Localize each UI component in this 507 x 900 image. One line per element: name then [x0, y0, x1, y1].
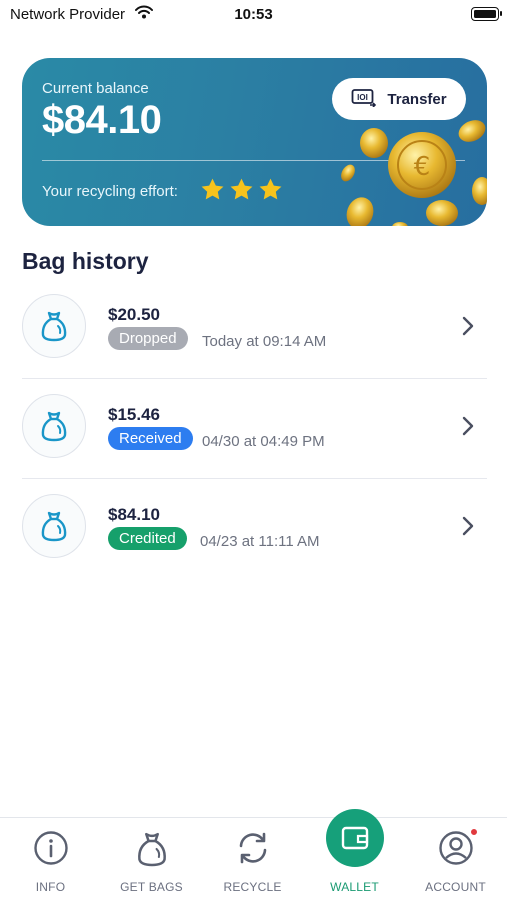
bag-history-list: $20.50 Dropped Today at 09:14 AM $15.46 … [0, 278, 507, 578]
nav-label: GET BAGS [120, 880, 183, 894]
chevron-right-icon [462, 516, 474, 536]
nav-item-info[interactable]: INFO [0, 818, 101, 900]
history-item[interactable]: $20.50 Dropped Today at 09:14 AM [0, 278, 507, 378]
nav-label: RECYCLE [223, 880, 282, 894]
chevron-right-icon [462, 316, 474, 336]
nav-label: ACCOUNT [425, 880, 486, 894]
bag-avatar [22, 494, 86, 558]
notification-dot [470, 828, 478, 836]
bag-date: 04/30 at 04:49 PM [202, 433, 325, 450]
bag-date: Today at 09:14 AM [202, 333, 327, 350]
bag-avatar [22, 394, 86, 458]
chevron-right-icon [462, 416, 474, 436]
bag-amount: $15.46 [108, 405, 160, 424]
status-badge: Dropped [108, 327, 188, 350]
status-badge: Received [108, 427, 193, 450]
transfer-label: Transfer [387, 90, 447, 108]
balance-amount: $84.10 [42, 98, 162, 142]
star-icon [259, 178, 282, 200]
status-time: 10:53 [234, 6, 273, 23]
status-bar: Network Provider 10:53 [0, 0, 507, 30]
battery-icon [471, 7, 502, 21]
recycling-effort-label: Your recycling effort: [42, 183, 178, 200]
history-item[interactable]: $84.10 Credited 04/23 at 11:11 AM [0, 478, 507, 578]
bag-history-title: Bag history [22, 248, 149, 274]
history-item[interactable]: $15.46 Received 04/30 at 04:49 PM [0, 378, 507, 478]
wallet-active-bubble [325, 809, 384, 867]
star-icon [201, 178, 224, 200]
wallet-icon [341, 826, 368, 850]
balance-card: Current balance $84.10 IOI Transfer Your… [22, 58, 487, 226]
nav-item-get-bags[interactable]: GET BAGS [101, 818, 202, 900]
gold-coins-illustration: € [341, 120, 487, 226]
bag-icon [137, 832, 166, 867]
bag-amount: $84.10 [108, 505, 160, 524]
bottom-navigation: INFO GET BAGS RECYCLE WALLET ACCOUNT [0, 809, 507, 900]
status-badge: Credited [108, 527, 187, 550]
bag-avatar [22, 294, 86, 358]
bag-icon [41, 511, 67, 542]
nav-label: INFO [35, 880, 66, 894]
bag-icon [41, 311, 67, 342]
bag-amount: $20.50 [108, 305, 160, 324]
info-icon [33, 831, 68, 865]
bag-date: 04/23 at 11:11 AM [200, 533, 320, 550]
recycling-effort-rating [200, 177, 283, 202]
nav-item-account[interactable]: ACCOUNT [405, 818, 506, 900]
star-icon [230, 178, 253, 200]
svg-text:IOI: IOI [358, 93, 369, 102]
nav-item-recycle[interactable]: RECYCLE [202, 818, 303, 900]
nav-label: WALLET [330, 880, 379, 894]
account-icon [438, 831, 473, 865]
money-transfer-icon: IOI [351, 87, 377, 112]
bag-icon [41, 411, 67, 442]
nav-item-wallet[interactable]: WALLET [304, 809, 405, 900]
balance-label: Current balance [42, 80, 149, 97]
svg-text:€: € [414, 152, 431, 182]
recycle-icon [239, 832, 266, 864]
